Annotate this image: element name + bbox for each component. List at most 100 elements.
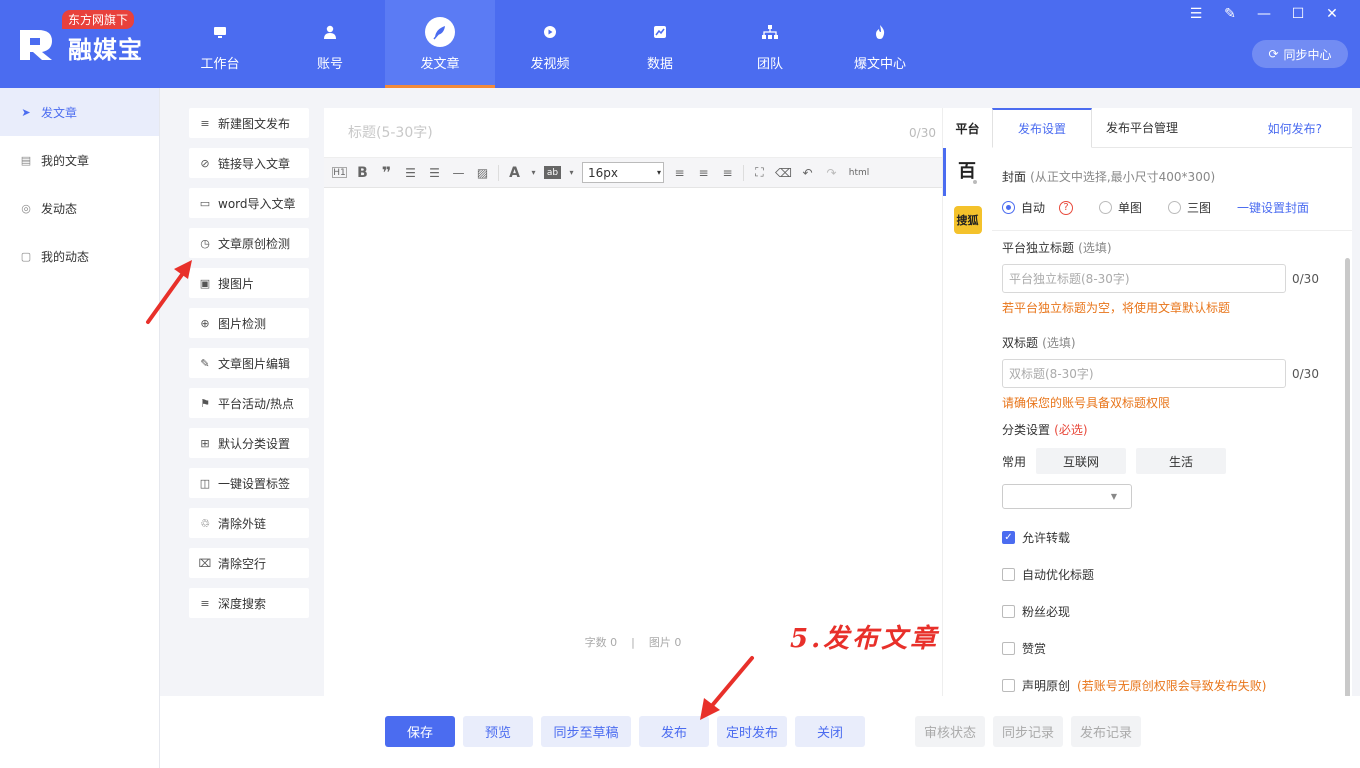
nav-publish-video[interactable]: 发视频 [495, 0, 605, 88]
platform-baijia[interactable]: 百 [943, 148, 992, 196]
nav-publish-article[interactable]: 发文章 [385, 0, 495, 88]
sidebar-item-publish-article[interactable]: ➤ 发文章 [0, 88, 159, 136]
double-title-input[interactable] [1002, 359, 1286, 388]
checkbox[interactable] [1002, 679, 1015, 692]
menu-icon[interactable]: ☰ [1188, 6, 1204, 22]
help-icon[interactable]: ? [1059, 200, 1074, 215]
tool-deep-search-button[interactable]: ≡ 深度搜索 [189, 588, 309, 618]
align-center-icon[interactable]: ≡ [695, 164, 712, 181]
trash-icon: ⌧ [198, 556, 212, 570]
how-to-publish-link[interactable]: 如何发布? [1268, 108, 1322, 148]
sync-draft-button[interactable]: 同步至草稿 [541, 716, 631, 747]
category-tag-life[interactable]: 生活 [1136, 448, 1227, 474]
maximize-icon[interactable]: ☐ [1290, 6, 1306, 22]
checkbox[interactable] [1002, 642, 1015, 655]
title-input[interactable] [348, 124, 910, 141]
checkbox[interactable] [1002, 605, 1015, 618]
font-size-value: 16px [588, 165, 618, 180]
bold-icon[interactable]: B [354, 164, 371, 181]
publish-record-button[interactable]: 发布记录 [1071, 716, 1141, 747]
quote-icon[interactable]: ❞ [378, 163, 395, 182]
find-replace-icon[interactable]: ⛶ [751, 164, 768, 181]
editor-body[interactable]: 字数 0 | 图片 0 [324, 188, 942, 666]
redo-icon[interactable]: ↷ [823, 164, 840, 181]
close-icon[interactable]: ✕ [1324, 6, 1340, 22]
nav-workbench[interactable]: 工作台 [165, 0, 275, 88]
platform-title-input[interactable] [1002, 264, 1286, 293]
minimize-icon[interactable]: — [1256, 6, 1272, 22]
schedule-publish-button[interactable]: 定时发布 [717, 716, 787, 747]
sync-center-button[interactable]: ⟳ 同步中心 [1252, 40, 1348, 68]
check-auto-optimize-title[interactable]: 自动优化标题 [1002, 566, 1342, 583]
undo-icon[interactable]: ↶ [799, 164, 816, 181]
checkbox[interactable] [1002, 568, 1015, 581]
sidebar-item-my-updates[interactable]: ▢ 我的动态 [0, 232, 159, 280]
heading-icon[interactable]: H1 [332, 167, 347, 178]
tool-originality-check-button[interactable]: ◷ 文章原创检测 [189, 228, 309, 258]
tool-default-category-button[interactable]: ⊞ 默认分类设置 [189, 428, 309, 458]
nav-accounts[interactable]: 账号 [275, 0, 385, 88]
tool-clear-blank-lines-button[interactable]: ⌧ 清除空行 [189, 548, 309, 578]
chat-icon: ▢ [20, 249, 32, 263]
tool-link-import-button[interactable]: ⊘ 链接导入文章 [189, 148, 309, 178]
tab-publish-settings[interactable]: 发布设置 [992, 108, 1093, 148]
cover-options: 自动 ? 单图 三图 一键设置封面 [1002, 199, 1342, 216]
tool-word-import-button[interactable]: ▭ word导入文章 [189, 188, 309, 218]
publish-button[interactable]: 发布 [639, 716, 709, 747]
review-status-button[interactable]: 审核状态 [915, 716, 985, 747]
check-declare-original[interactable]: 声明原创 (若账号无原创权限会导致发布失败) [1002, 677, 1342, 694]
cover-triple-radio[interactable] [1168, 201, 1182, 214]
tool-label: 搜图片 [218, 276, 255, 291]
checkbox[interactable]: ✓ [1002, 531, 1015, 544]
tool-set-tags-button[interactable]: ◫ 一键设置标签 [189, 468, 309, 498]
unordered-list-icon[interactable]: ☰ [426, 164, 443, 181]
font-color-icon[interactable]: A [506, 164, 523, 181]
check-label: 粉丝必现 [1022, 605, 1071, 619]
nav-team[interactable]: 团队 [715, 0, 825, 88]
eraser-icon[interactable]: ⌫ [775, 164, 792, 181]
tool-image-edit-button[interactable]: ✎ 文章图片编辑 [189, 348, 309, 378]
align-left-icon[interactable]: ≡ [671, 164, 688, 181]
category-tag-internet[interactable]: 互联网 [1036, 448, 1127, 474]
tab-platform-management[interactable]: 发布平台管理 [1092, 108, 1192, 147]
cover-single-radio[interactable] [1099, 201, 1113, 214]
tool-image-search-button[interactable]: ▣ 搜图片 [189, 268, 309, 298]
insert-image-icon[interactable]: ▨ [474, 164, 491, 181]
cover-auto-radio[interactable] [1002, 201, 1015, 214]
platform-sohu[interactable]: 搜狐 [943, 196, 992, 244]
close-button[interactable]: 关闭 [795, 716, 865, 747]
sync-center-label: 同步中心 [1283, 47, 1332, 62]
preview-button[interactable]: 预览 [463, 716, 533, 747]
set-cover-link[interactable]: 一键设置封面 [1237, 199, 1309, 216]
category-select[interactable]: ▼ [1002, 484, 1132, 509]
tool-image-check-button[interactable]: ⊕ 图片检测 [189, 308, 309, 338]
app-logo: 融媒宝 东方网旗下 [18, 10, 178, 66]
sync-record-button[interactable]: 同步记录 [993, 716, 1063, 747]
font-size-select[interactable]: 16px ▾ [582, 162, 664, 183]
article-editor: 0/30 H1 B ❞ ☰ ☰ — ▨ A ▾ ab ▾ 16px ▾ ≡ ≡ … [324, 108, 942, 696]
highlight-icon[interactable]: ab [544, 166, 561, 179]
ordered-list-icon[interactable]: ☰ [402, 164, 419, 181]
align-right-icon[interactable]: ≡ [719, 164, 736, 181]
sidebar-item-my-articles[interactable]: ▤ 我的文章 [0, 136, 159, 184]
horizontal-rule-icon[interactable]: — [450, 164, 467, 181]
nav-viral-center[interactable]: 爆文中心 [825, 0, 935, 88]
document-icon: ▤ [20, 153, 32, 167]
chevron-down-icon[interactable]: ▾ [530, 164, 537, 181]
tool-new-post-button[interactable]: ≡ 新建图文发布 [189, 108, 309, 138]
settings-scrollbar[interactable] [1345, 258, 1350, 698]
check-fans-visible[interactable]: 粉丝必现 [1002, 603, 1342, 620]
nav-data[interactable]: 数据 [605, 0, 715, 88]
optional-hint: (选填) [1078, 241, 1112, 255]
chevron-down-icon[interactable]: ▾ [568, 164, 575, 181]
check-reward[interactable]: 赞赏 [1002, 640, 1342, 657]
nav-label: 发视频 [530, 56, 570, 72]
tool-clear-links-button[interactable]: ♲ 清除外链 [189, 508, 309, 538]
tool-platform-events-button[interactable]: ⚑ 平台活动/热点 [189, 388, 309, 418]
check-allow-repost[interactable]: ✓ 允许转载 [1002, 529, 1342, 546]
save-button[interactable]: 保存 [385, 716, 455, 747]
platform-title-count: 0/30 [1292, 271, 1319, 286]
sidebar-item-post-update[interactable]: ◎ 发动态 [0, 184, 159, 232]
html-source-icon[interactable]: html [847, 164, 871, 181]
edit-icon[interactable]: ✎ [1222, 6, 1238, 22]
